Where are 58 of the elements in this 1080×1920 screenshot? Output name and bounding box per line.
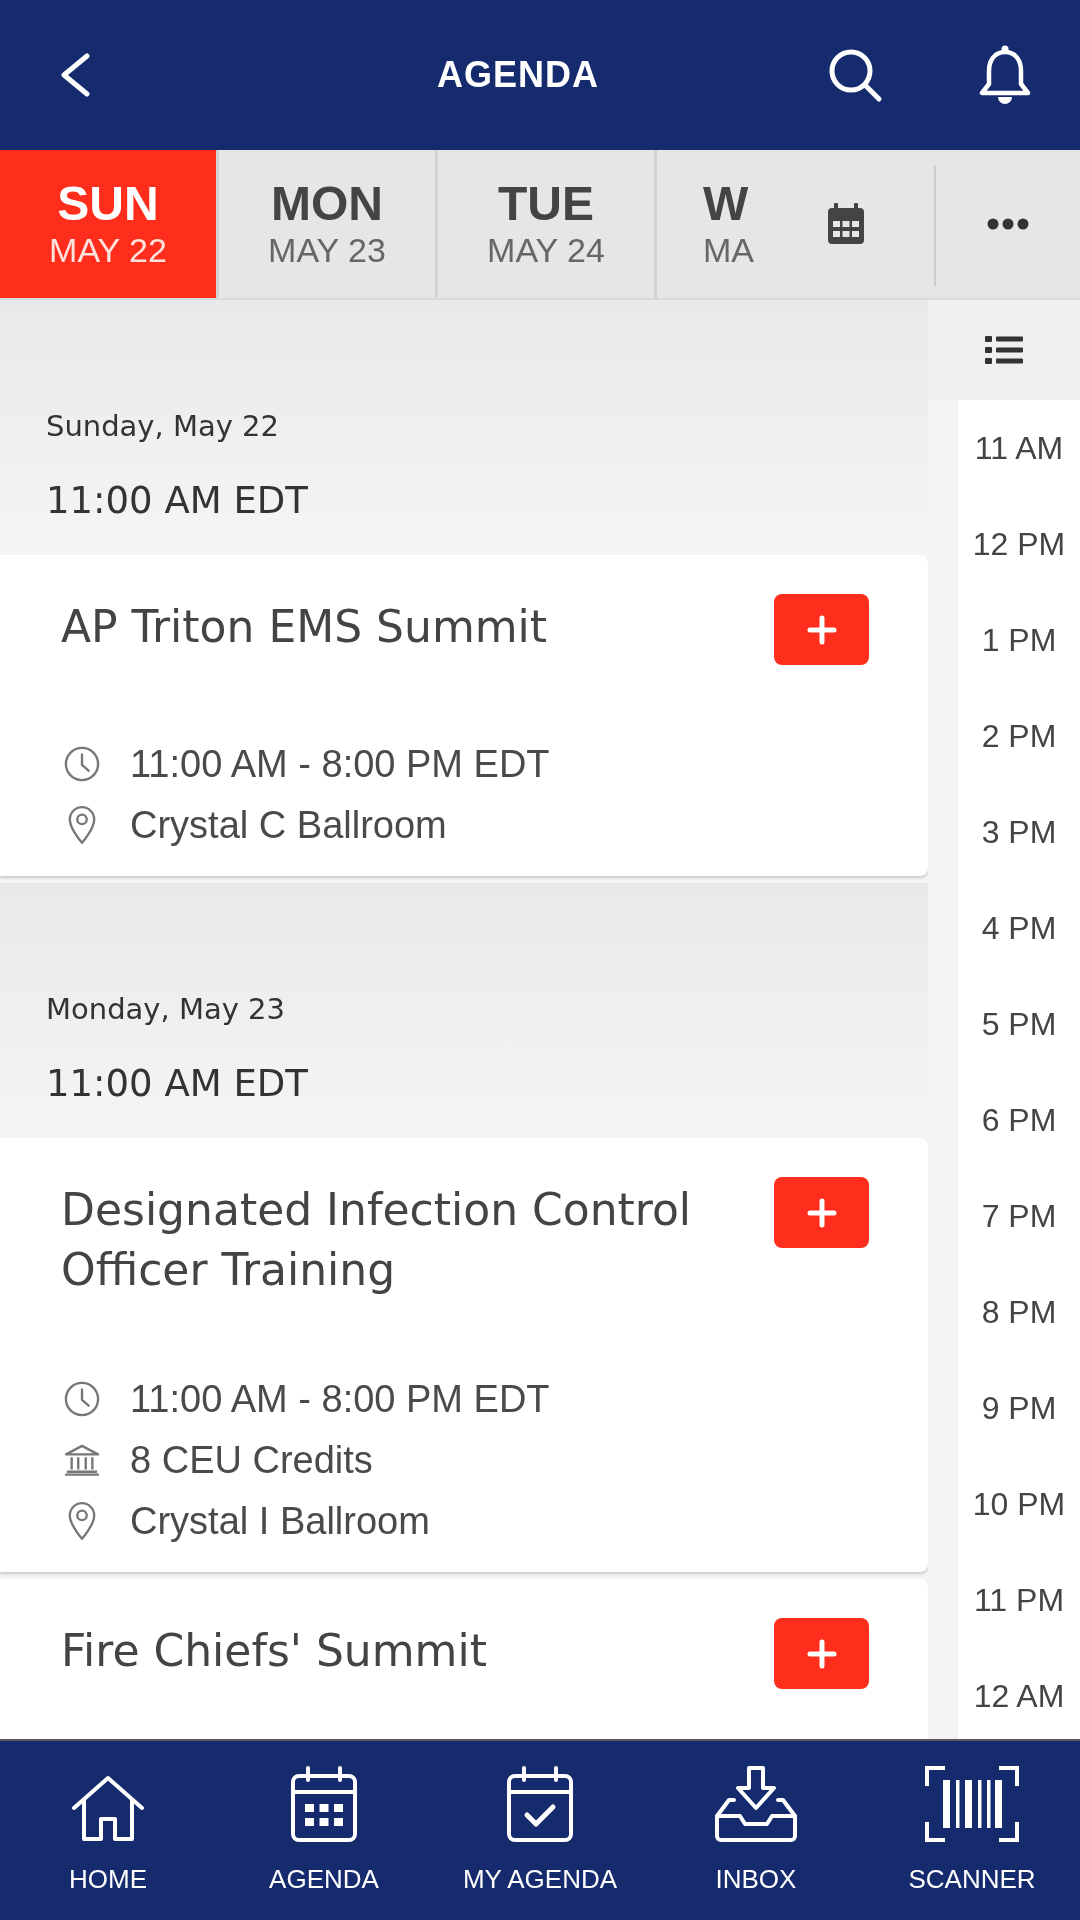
session-credits: 8 CEU Credits [130, 1438, 373, 1482]
barcode-scan-icon [925, 1766, 1019, 1842]
section-time: 11:00 AM EDT [46, 479, 308, 523]
map-pin-icon [67, 805, 97, 845]
more-icon [987, 218, 1029, 230]
hour-label[interactable]: 10 PM [972, 1484, 1066, 1524]
hour-label[interactable]: 12 AM [973, 1676, 1065, 1716]
hour-label[interactable]: 9 PM [981, 1388, 1057, 1428]
section-date: Sunday, May 22 [46, 408, 280, 444]
plus-icon [806, 614, 837, 645]
screen-title: AGENDA [437, 54, 599, 96]
session-location: Crystal I Ballroom [130, 1499, 430, 1543]
building-columns-icon [64, 1444, 100, 1476]
hour-label[interactable]: 4 PM [981, 908, 1057, 948]
hour-label[interactable]: 11 AM [974, 428, 1064, 468]
session-card[interactable]: AP Triton EMS Summit 11:00 AM - 8:00 PM EDT Crystal C Ballroom [0, 555, 928, 876]
plus-icon [806, 1197, 837, 1228]
hour-label[interactable]: 2 PM [981, 716, 1057, 756]
session-card[interactable]: Fire Chiefs' Summit [0, 1579, 928, 1739]
hour-label[interactable]: 8 PM [981, 1292, 1057, 1332]
hour-label[interactable]: 3 PM [981, 812, 1057, 852]
nav-item[interactable]: HOME [0, 1741, 216, 1920]
add-button[interactable] [774, 1618, 869, 1689]
clock-icon [64, 746, 100, 782]
hour-label[interactable]: 6 PM [981, 1100, 1057, 1140]
inbox-icon [714, 1766, 798, 1842]
calendar-check-icon [507, 1766, 573, 1842]
session-title[interactable]: Designated Infection Control Officer Training [61, 1177, 740, 1300]
session-location: Crystal C Ballroom [130, 803, 447, 847]
section-time: 11:00 AM EDT [46, 1062, 308, 1106]
session-time: 11:00 AM - 8:00 PM EDT [130, 1377, 550, 1421]
section-date: Monday, May 23 [46, 991, 285, 1027]
nav-item[interactable]: AGENDA [216, 1741, 432, 1920]
add-button[interactable] [774, 1177, 869, 1248]
home-icon [71, 1775, 145, 1842]
hour-label[interactable]: 1 PM [981, 620, 1057, 660]
nav-item[interactable]: INBOX [648, 1741, 864, 1920]
calendar-icon [291, 1766, 357, 1842]
nav-item[interactable]: SCANNER [864, 1741, 1080, 1920]
list-icon [985, 336, 1023, 364]
calendar-icon [826, 203, 865, 245]
hour-label[interactable]: 11 PM [973, 1580, 1065, 1620]
hour-label[interactable]: 5 PM [981, 1004, 1057, 1044]
search-icon[interactable] [827, 47, 883, 103]
hour-label[interactable]: 12 PM [972, 524, 1066, 564]
session-title[interactable]: AP Triton EMS Summit [61, 594, 740, 657]
nav-item[interactable]: MY AGENDA [432, 1741, 648, 1920]
bell-icon[interactable] [977, 44, 1033, 106]
clock-icon [64, 1381, 100, 1417]
session-title[interactable]: Fire Chiefs' Summit [61, 1618, 740, 1681]
add-button[interactable] [774, 594, 869, 665]
map-pin-icon [67, 1501, 97, 1541]
hour-label[interactable]: 7 PM [981, 1196, 1057, 1236]
session-time: 11:00 AM - 8:00 PM EDT [130, 742, 550, 786]
day-tab[interactable]: SUN MAY 22 [0, 150, 219, 298]
plus-icon [806, 1638, 837, 1669]
back-icon[interactable] [59, 53, 91, 97]
session-card[interactable]: Designated Infection Control Officer Training 11:00 AM - 8:00 PM EDT 8 CEU Credits Crystal I Ballroom [0, 1138, 928, 1572]
